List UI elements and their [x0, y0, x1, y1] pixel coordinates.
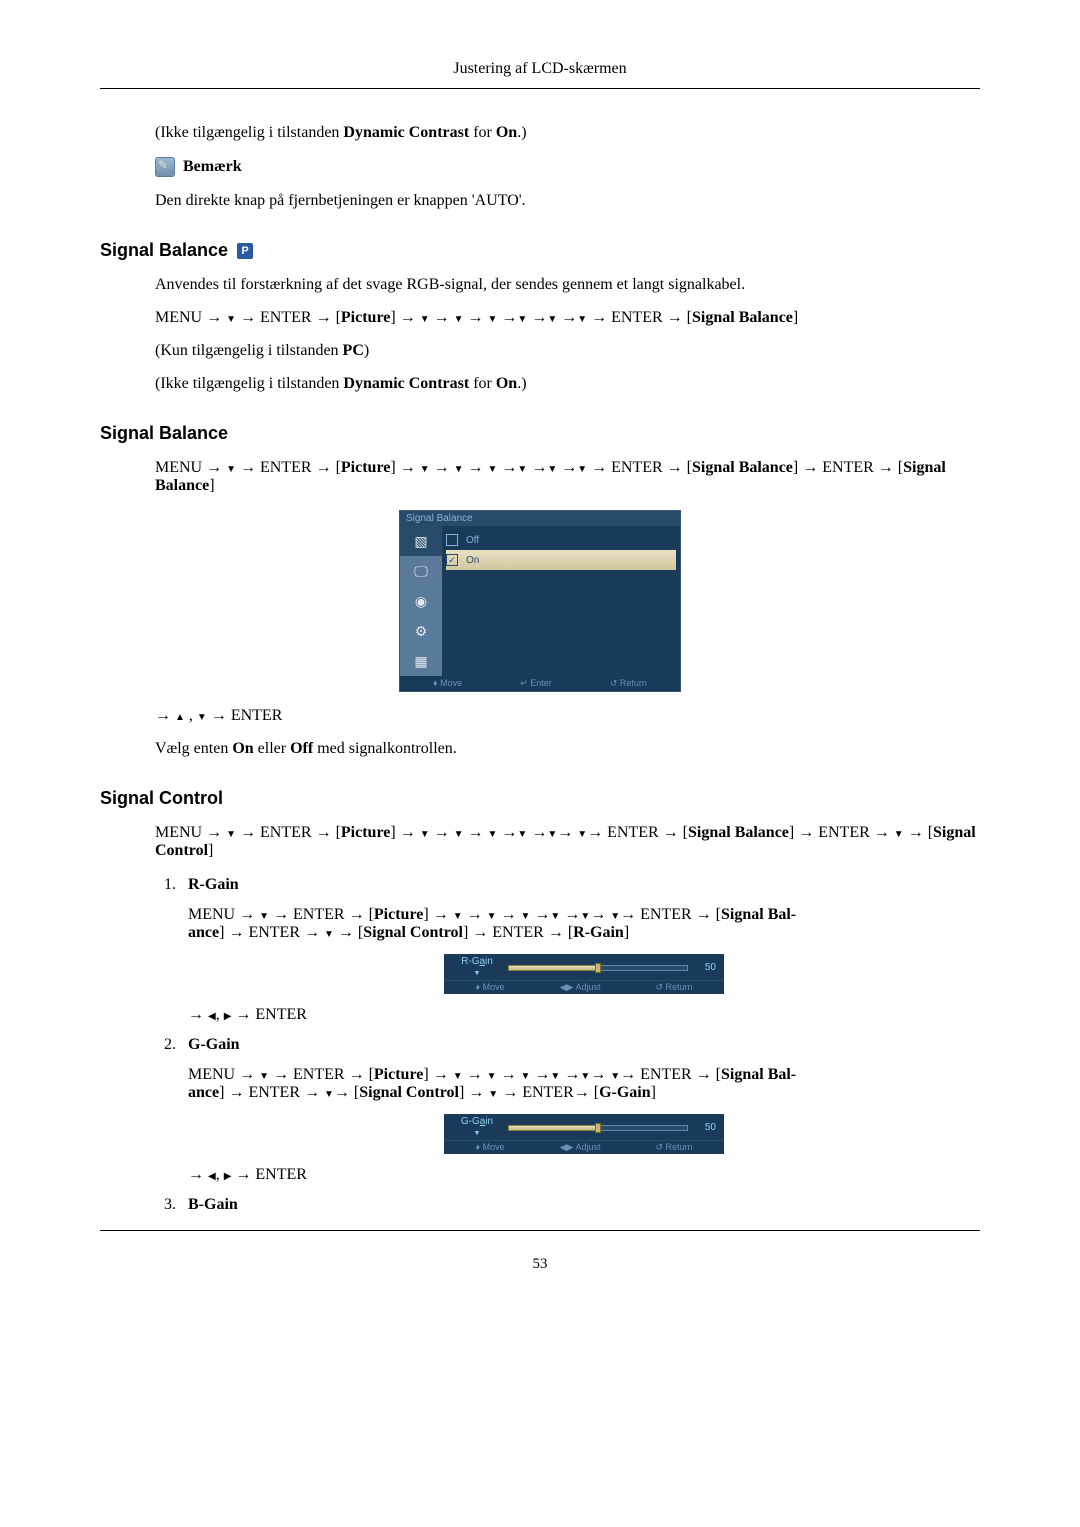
- note-icon: [155, 157, 175, 177]
- rgain-slider-value: 50: [694, 962, 716, 973]
- rgain-nav: MENU → ▼ → ENTER → [Picture] → ▼ → ▼ → ▼…: [188, 906, 980, 942]
- note-label: Bemærk: [183, 158, 242, 175]
- ggain-post-nav: → ◀, ▶ → ENTER: [188, 1166, 980, 1184]
- auto-remote-note: Den direkte knap på fjernbetjeningen er …: [155, 192, 980, 210]
- signal-balance-nav-2: MENU → ▼ → ENTER → [Picture] → ▼ → ▼ → ▼…: [155, 459, 980, 495]
- pc-only-note: (Kun tilgængelig i tilstanden PC): [155, 342, 980, 360]
- osd-sidebar: ▧ 🖵 ◉ ⚙ ▦: [400, 526, 442, 676]
- list-item-bgain: B-Gain: [180, 1196, 980, 1214]
- ggain-slider-label: G-Gain▼: [452, 1116, 502, 1138]
- note-line: Bemærk: [155, 157, 980, 177]
- signal-balance-post-nav: → ▲ , ▼ → ENTER: [155, 707, 980, 725]
- osd-side-icon-picture: ▧: [400, 526, 442, 556]
- rgain-slider-footer: ♦ Move ◀▶ Adjust ↺ Return: [444, 980, 724, 994]
- page-header-title: Justering af LCD-skærmen: [100, 60, 980, 78]
- ggain-nav: MENU → ▼ → ENTER → [Picture] → ▼ → ▼ → ▼…: [188, 1066, 980, 1102]
- not-available-dc-2: (Ikke tilgængelig i tilstanden Dynamic C…: [155, 375, 980, 393]
- osd-option-on: ✓On: [446, 550, 676, 570]
- osd-side-icon-5: ▦: [400, 646, 442, 676]
- signal-balance-nav-1: MENU → ▼ → ENTER → [Picture] → ▼ → ▼ → ▼…: [155, 309, 980, 327]
- top-rule: [100, 88, 980, 89]
- ggain-slider-value: 50: [694, 1122, 716, 1133]
- section-signal-control: Signal Control: [100, 788, 980, 809]
- osd-bottom-bar: ♦ Move ↵ Enter ↺ Return: [400, 676, 680, 691]
- ggain-slider-figure: G-Gain▼ 50 ♦ Move ◀▶ Adjust ↺ Return: [444, 1114, 724, 1154]
- signal-balance-desc: Anvendes til forstærkning af det svage R…: [155, 276, 980, 294]
- rgain-slider-bar: [508, 962, 688, 972]
- gain-list: R-Gain MENU → ▼ → ENTER → [Picture] → ▼ …: [155, 876, 980, 1214]
- section-signal-balance-2: Signal Balance: [100, 423, 980, 444]
- osd-side-icon-3: ◉: [400, 586, 442, 616]
- signal-control-nav: MENU → ▼ → ENTER → [Picture] → ▼ → ▼ → ▼…: [155, 824, 980, 860]
- rgain-slider-figure: R-Gain▼ 50 ♦ Move ◀▶ Adjust ↺ Return: [444, 954, 724, 994]
- list-item-ggain: G-Gain MENU → ▼ → ENTER → [Picture] → ▼ …: [180, 1036, 980, 1184]
- list-item-rgain: R-Gain MENU → ▼ → ENTER → [Picture] → ▼ …: [180, 876, 980, 1024]
- rgain-post-nav: → ◀, ▶ → ENTER: [188, 1006, 980, 1024]
- osd-side-icon-2: 🖵: [400, 556, 442, 586]
- ggain-slider-footer: ♦ Move ◀▶ Adjust ↺ Return: [444, 1140, 724, 1154]
- rgain-slider-label: R-Gain▼: [452, 956, 502, 978]
- section-signal-balance-1: Signal Balance P: [100, 240, 980, 261]
- osd-signal-balance-figure: Signal Balance ▧ 🖵 ◉ ⚙ ▦ Off ✓On ♦ Move …: [399, 510, 681, 692]
- page-number: 53: [100, 1256, 980, 1273]
- osd-title: Signal Balance: [400, 511, 680, 526]
- content-area: (Ikke tilgængelig i tilstanden Dynamic C…: [100, 124, 980, 1214]
- osd-side-icon-4: ⚙: [400, 616, 442, 646]
- ggain-slider-bar: [508, 1122, 688, 1132]
- osd-option-off: Off: [446, 530, 676, 550]
- bottom-rule: [100, 1230, 980, 1231]
- select-on-off: Vælg enten On eller Off med signalkontro…: [155, 740, 980, 758]
- p-icon: P: [237, 243, 253, 259]
- not-available-dc: (Ikke tilgængelig i tilstanden Dynamic C…: [155, 124, 980, 142]
